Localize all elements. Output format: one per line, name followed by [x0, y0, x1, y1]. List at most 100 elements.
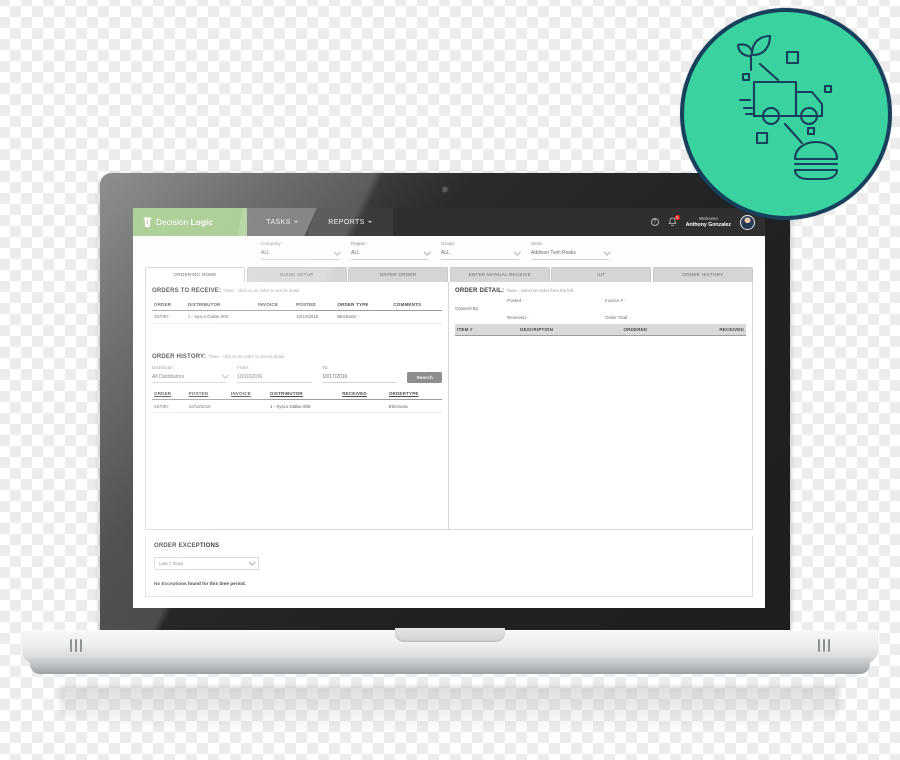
- filter-bar: Company: ALL Region: ALL Group: ALL Stor…: [133, 236, 765, 264]
- col-posted[interactable]: POSTED: [186, 388, 230, 400]
- table-header-row: ORDER DISTRIBUTOR INVOICE POSTED ORDER T…: [152, 298, 442, 311]
- square-icon: [755, 131, 769, 145]
- cell-invoice: [256, 310, 295, 324]
- notification-bell-icon[interactable]: 5: [668, 215, 680, 227]
- speed-line-icon: [758, 62, 780, 82]
- filter-store: Store: Addison Twin Peaks: [531, 241, 610, 260]
- laptop-base: [0, 628, 900, 732]
- welcome-text: Welcome Anthony Gonzalez: [685, 215, 731, 228]
- orders-to-receive-heading: ORDERS TO RECEIVE: *Note - click on an or…: [152, 287, 301, 294]
- chevron-down-icon: [367, 220, 372, 223]
- avatar[interactable]: [740, 214, 755, 230]
- col-invoice[interactable]: INVOICE: [229, 388, 268, 400]
- order-detail-meta: Posted - Invoice # - Ordered By: Receive…: [455, 298, 746, 324]
- col-order-type[interactable]: ORDER TYPE: [335, 298, 392, 311]
- laptop-screen: Decision Logic TASKS REPORTS ? 5 Welcome…: [133, 208, 765, 608]
- vent-right: [818, 639, 830, 652]
- col-distributor[interactable]: DISTRIBUTOR: [268, 388, 341, 400]
- nav-tasks[interactable]: TASKS: [247, 208, 317, 236]
- delivery-truck-icon: [752, 80, 824, 126]
- filter-region: Region: ALL: [351, 241, 430, 260]
- history-distributor-field: Distributor: All Distributors: [152, 365, 229, 383]
- col-comments[interactable]: COMMENTS: [391, 298, 442, 311]
- order-exceptions-section: ORDER EXCEPTIONS Last 7 Days No Exceptio…: [133, 535, 765, 597]
- trackpad-notch: [395, 628, 505, 642]
- chevron-down-icon: [221, 371, 229, 379]
- history-from-input[interactable]: 10/10/2016: [237, 374, 313, 383]
- brand-logo[interactable]: Decision Logic: [133, 208, 261, 236]
- exceptions-empty-message: No Exceptions found for this time period…: [154, 580, 246, 586]
- cell-order: 257097: [152, 399, 187, 413]
- company-select[interactable]: ALL: [261, 248, 340, 260]
- cell-order-type: Electronic: [335, 310, 392, 324]
- filter-company: Company: ALL: [261, 241, 340, 260]
- brand-label: Decision Logic: [156, 217, 213, 227]
- tab-enter-order[interactable]: ENTER ORDER: [348, 266, 449, 282]
- cell-posted: 10/10/2016: [294, 310, 336, 324]
- order-exceptions-box: ORDER EXCEPTIONS Last 7 Days No Exceptio…: [145, 535, 753, 597]
- history-to-input[interactable]: 10/17/2016: [322, 374, 398, 383]
- col-item-number: ITEM #: [457, 326, 473, 332]
- order-detail-heading: ORDER DETAIL: *Note - select an order fro…: [455, 287, 575, 294]
- tab-ordering-home[interactable]: ORDERING HOME: [145, 266, 246, 282]
- table-header-row: ORDER POSTED INVOICE DISTRIBUTOR RECEIVE…: [152, 388, 442, 400]
- col-description: DESCRIPTION: [520, 326, 554, 332]
- cell-posted: 10/10/2016: [186, 399, 230, 413]
- col-received[interactable]: RECEIVED: [340, 388, 387, 400]
- col-order[interactable]: ORDER: [152, 298, 186, 311]
- tab-iut[interactable]: IUT: [551, 266, 652, 282]
- history-distributor-select[interactable]: All Distributors: [152, 371, 229, 383]
- orders-panel: ORDERS TO RECEIVE: *Note - click on an or…: [145, 281, 449, 530]
- order-exceptions-title: ORDER EXCEPTIONS: [154, 542, 220, 549]
- vent-left: [70, 639, 82, 652]
- cell-distributor: 1 - Sysco Dallas 006: [268, 399, 341, 413]
- chevron-down-icon: [603, 248, 610, 255]
- col-distributor[interactable]: DISTRIBUTOR: [185, 298, 257, 311]
- cup-logo-icon: [143, 217, 152, 228]
- cell-order: 257097: [152, 310, 186, 324]
- tab-enter-manual-receive[interactable]: ENTER MANUAL RECEIVE: [449, 266, 550, 282]
- tab-order-history[interactable]: ORDER HISTORY: [652, 266, 753, 282]
- detail-invoice: Invoice # -: [605, 297, 626, 303]
- plant-sprout-icon: [736, 34, 772, 72]
- table-row[interactable]: 257097 10/10/2016 1 - Sysco Dallas 006 E…: [152, 399, 442, 413]
- question-mark-icon[interactable]: ?: [650, 218, 659, 226]
- square-icon: [785, 50, 800, 65]
- chevron-down-icon: [248, 558, 255, 565]
- table-row[interactable]: 257097 1 - Sysco Dallas 006 10/10/2016 E…: [152, 310, 442, 324]
- base-reflection: [60, 686, 840, 732]
- group-select[interactable]: ALL: [441, 248, 520, 260]
- decision-logic-app: Decision Logic TASKS REPORTS ? 5 Welcome…: [133, 208, 765, 608]
- chevron-down-icon: [423, 248, 430, 255]
- col-ordertype[interactable]: ORDERTYPE: [386, 388, 442, 400]
- chevron-down-icon: [293, 220, 298, 223]
- search-button[interactable]: Search: [407, 372, 442, 383]
- col-invoice[interactable]: INVOICE: [256, 298, 295, 311]
- tab-guide-setup[interactable]: GUIDE SETUP: [246, 266, 347, 282]
- square-icon: [806, 126, 816, 136]
- delivery-badge-illustration: [736, 34, 839, 181]
- col-order[interactable]: ORDER: [152, 388, 187, 400]
- detail-received: Received -: [507, 314, 529, 320]
- cell-invoice: [229, 399, 268, 413]
- col-posted[interactable]: POSTED: [294, 298, 336, 311]
- order-history-table: ORDER POSTED INVOICE DISTRIBUTOR RECEIVE…: [152, 388, 442, 413]
- webcam-icon: [442, 187, 448, 192]
- orders-to-receive-table: ORDER DISTRIBUTOR INVOICE POSTED ORDER T…: [152, 298, 442, 324]
- chevron-down-icon: [513, 248, 520, 255]
- store-select[interactable]: Addison Twin Peaks: [531, 248, 610, 260]
- region-select[interactable]: ALL: [351, 248, 430, 260]
- cell-distributor: 1 - Sysco Dallas 006: [185, 310, 257, 324]
- tab-bar: ORDERING HOME GUIDE SETUP ENTER ORDER EN…: [133, 266, 765, 282]
- col-received: RECEIVED: [719, 326, 744, 332]
- cell-ordertype: Electronic: [386, 399, 442, 413]
- history-from-field: From: 10/10/2016: [237, 365, 313, 383]
- order-detail-table-header: ITEM # DESCRIPTION ORDERED RECEIVED: [455, 323, 746, 336]
- col-ordered: ORDERED: [623, 326, 648, 332]
- nav-reports[interactable]: REPORTS: [307, 208, 393, 236]
- top-navbar: Decision Logic TASKS REPORTS ? 5 Welcome…: [133, 208, 765, 236]
- square-icon: [823, 84, 833, 94]
- exceptions-range-select[interactable]: Last 7 Days: [154, 556, 259, 570]
- order-history-heading: ORDER HISTORY: *Note - click on an order …: [152, 353, 286, 360]
- detail-order-total: Order Total -: [605, 314, 630, 320]
